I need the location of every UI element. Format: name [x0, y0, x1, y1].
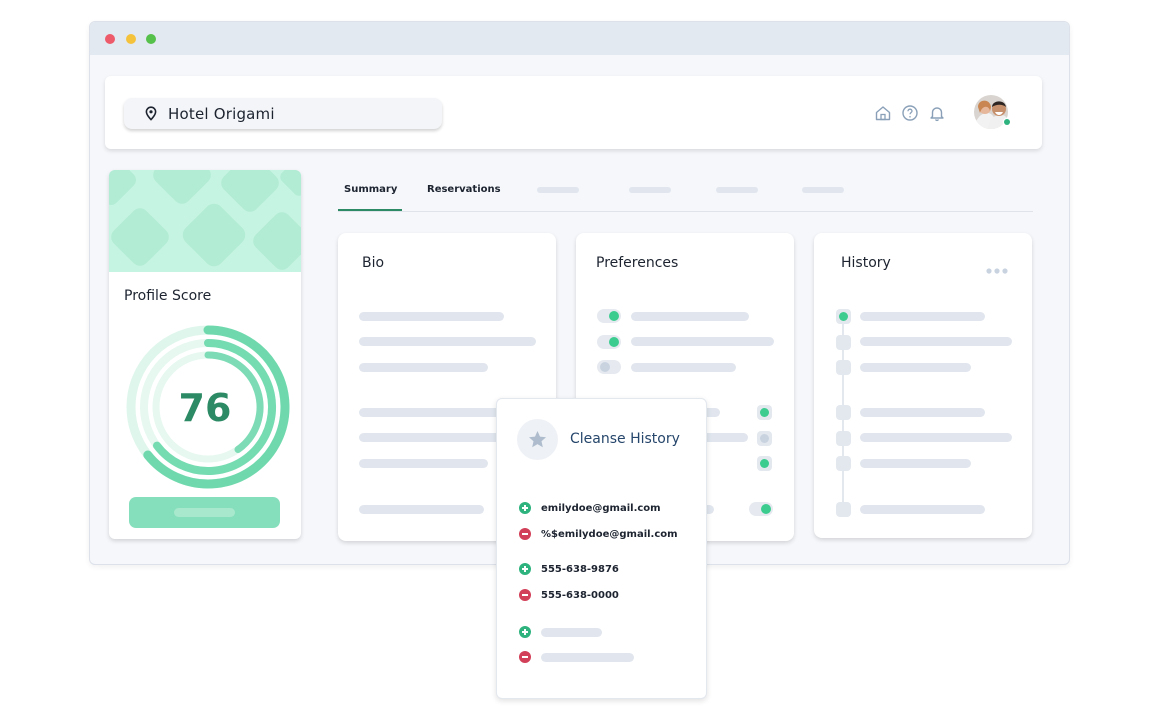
title-bar	[90, 22, 1069, 55]
entry-placeholder-line	[541, 652, 634, 662]
popup-title: Cleanse History	[570, 431, 680, 447]
history-line	[860, 408, 985, 417]
add-icon[interactable]	[519, 563, 531, 575]
more-dots-icon[interactable]	[986, 268, 1008, 274]
bio-title: Bio	[362, 255, 385, 271]
preference-line	[631, 312, 749, 321]
cleanse-entry: 555-638-0000	[519, 589, 619, 601]
preference-toggle[interactable]	[597, 309, 621, 323]
cleanse-entry: 555-638-9876	[519, 563, 619, 575]
button-label-placeholder	[174, 508, 235, 517]
timeline-node	[836, 431, 851, 446]
cleanse-entry-placeholder	[519, 626, 602, 638]
tab-placeholder[interactable]	[537, 187, 579, 193]
bio-line	[359, 505, 484, 514]
history-line	[860, 363, 971, 372]
bio-line	[359, 312, 504, 321]
timeline-node	[836, 360, 851, 375]
bell-icon[interactable]	[928, 104, 946, 122]
bio-line	[359, 363, 488, 372]
preference-checkbox[interactable]	[757, 456, 772, 471]
timeline-node	[836, 502, 851, 517]
history-title: History	[841, 255, 891, 271]
profile-score-value: 76	[178, 386, 232, 430]
entry-text: 555-638-9876	[541, 563, 619, 575]
history-line	[860, 312, 985, 321]
active-tab-indicator	[338, 209, 402, 211]
remove-icon[interactable]	[519, 589, 531, 601]
add-icon[interactable]	[519, 626, 531, 638]
tab-bar: Summary Reservations	[338, 172, 1033, 212]
cleanse-history-popup: Cleanse History emilydoe@gmail.com %$emi…	[496, 398, 707, 699]
add-icon[interactable]	[519, 502, 531, 514]
preference-toggle[interactable]	[597, 335, 621, 349]
maximize-window-button[interactable]	[146, 34, 156, 44]
preference-checkbox[interactable]	[757, 405, 772, 420]
tab-placeholder[interactable]	[716, 187, 758, 193]
help-icon[interactable]	[901, 104, 919, 122]
location-name: Hotel Origami	[168, 104, 275, 123]
bio-line	[359, 337, 536, 346]
history-line	[860, 433, 1012, 442]
cleanse-entry: %$emilydoe@gmail.com	[519, 528, 678, 540]
cleanse-entry: emilydoe@gmail.com	[519, 502, 661, 514]
preference-checkbox[interactable]	[757, 431, 772, 446]
star-icon	[529, 431, 546, 448]
entry-text: emilydoe@gmail.com	[541, 502, 661, 514]
remove-icon[interactable]	[519, 528, 531, 540]
location-pin-icon	[145, 106, 157, 121]
online-status-dot	[1004, 119, 1010, 125]
cleanse-entry-placeholder	[519, 651, 634, 663]
remove-icon[interactable]	[519, 651, 531, 663]
profile-score-title: Profile Score	[124, 288, 212, 304]
preference-line	[631, 363, 736, 372]
history-line	[860, 337, 1012, 346]
close-window-button[interactable]	[105, 34, 115, 44]
preference-toggle[interactable]	[597, 360, 621, 374]
tab-placeholder[interactable]	[802, 187, 844, 193]
entry-placeholder-line	[541, 627, 602, 637]
tab-summary[interactable]: Summary	[344, 184, 397, 195]
location-selector[interactable]: Hotel Origami	[124, 98, 442, 129]
tab-placeholder[interactable]	[629, 187, 671, 193]
timeline-node	[836, 335, 851, 350]
history-line	[860, 459, 971, 468]
timeline-node	[836, 405, 851, 420]
tab-reservations[interactable]: Reservations	[427, 184, 501, 195]
timeline-node	[836, 309, 851, 324]
history-line	[860, 505, 985, 514]
app-header: Hotel Origami	[105, 76, 1042, 149]
profile-score-card: Profile Score 76	[109, 170, 301, 539]
home-icon[interactable]	[874, 104, 892, 122]
history-card: History	[814, 233, 1032, 538]
bio-line	[359, 459, 488, 468]
pattern-banner	[109, 170, 301, 272]
star-badge	[517, 419, 558, 460]
profile-action-button[interactable]	[129, 497, 280, 528]
preference-toggle[interactable]	[749, 502, 773, 516]
entry-text: %$emilydoe@gmail.com	[541, 528, 678, 540]
preferences-title: Preferences	[596, 255, 679, 271]
timeline-node	[836, 456, 851, 471]
preference-line	[631, 337, 774, 346]
minimize-window-button[interactable]	[126, 34, 136, 44]
user-avatar[interactable]	[974, 95, 1016, 129]
entry-text: 555-638-0000	[541, 589, 619, 601]
